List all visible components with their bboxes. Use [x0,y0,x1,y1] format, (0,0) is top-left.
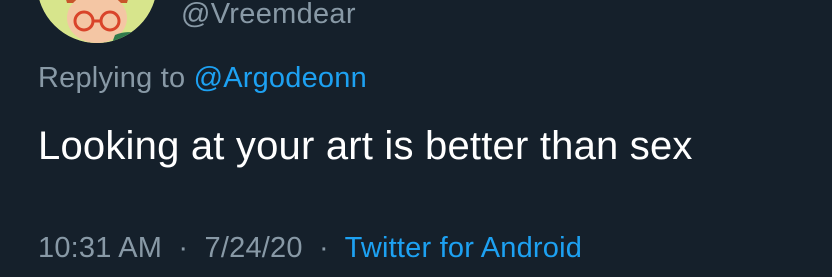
reply-mention-link[interactable]: @Argodeonn [194,62,367,94]
avatar-illustration [37,0,157,43]
tweet-time[interactable]: 10:31 AM [38,232,162,264]
avatar[interactable] [37,0,157,43]
user-handle[interactable]: @Vreemdear [181,0,356,31]
replying-to-label: Replying to [38,62,186,94]
tweet-text: Looking at your art is better than sex [38,124,693,168]
meta-separator: · [318,232,329,264]
tweet-metadata: 10:31 AM · 7/24/20 · Twitter for Android [38,230,582,266]
tweet-date[interactable]: 7/24/20 [205,232,303,264]
replying-to-line: Replying to @Argodeonn [38,60,367,96]
meta-separator: · [178,232,189,264]
tweet-source-link[interactable]: Twitter for Android [345,232,583,264]
tweet-card: @Vreemdear Replying to @Argodeonn Lookin… [0,0,832,277]
